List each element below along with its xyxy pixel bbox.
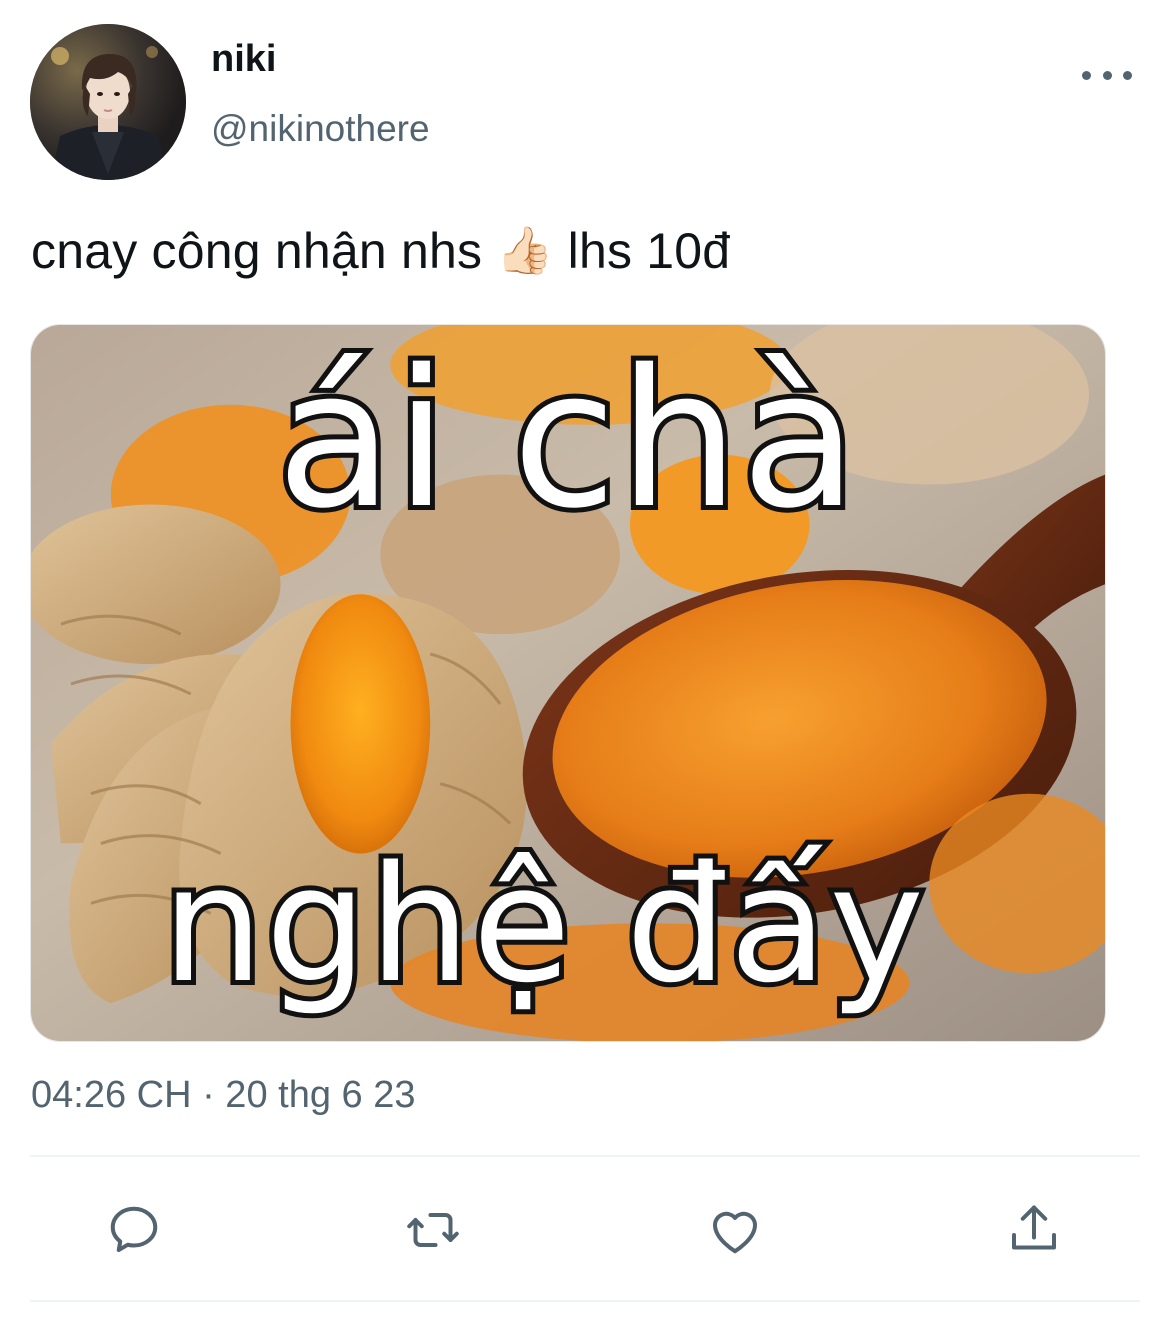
retweet-icon [407,1213,459,1247]
more-dot-icon [1102,70,1112,80]
share-button[interactable] [1002,1198,1066,1262]
retweet-button[interactable] [401,1198,465,1262]
heart-icon [713,1211,757,1254]
more-dot-icon [1082,70,1091,80]
display-name[interactable]: niki [211,38,276,81]
tweet-media-image[interactable]: ái chà nghệ đấy [30,324,1106,1042]
share-icon [1012,1205,1056,1250]
tweet-detail: niki @nikinothere cnay công nhận nhs 👍🏻 lh… [0,0,1170,1320]
tweet-timestamp[interactable]: 04:26 CH · 20 thg 6 23 [31,1074,415,1117]
avatar-photo [30,24,186,180]
thumbs-up-emoji: 👍🏻 [496,224,554,276]
meme-caption-top: ái chà [272,329,863,550]
reply-button[interactable] [102,1198,166,1262]
comment-icon [110,1206,158,1252]
more-dot-icon [1123,70,1132,80]
meme-caption-bottom: nghệ đấy [157,831,929,1018]
like-button[interactable] [703,1198,767,1262]
tweet-text-part-2: lhs 10đ [567,223,731,279]
divider [30,1300,1140,1302]
user-handle[interactable]: @nikinothere [211,108,430,150]
tweet-text-part-1: cnay công nhận nhs [31,223,483,279]
divider [30,1155,1140,1157]
avatar[interactable] [30,24,186,180]
tweet-text: cnay công nhận nhs 👍🏻 lhs 10đ [31,222,730,280]
more-options-button[interactable] [1082,58,1132,92]
